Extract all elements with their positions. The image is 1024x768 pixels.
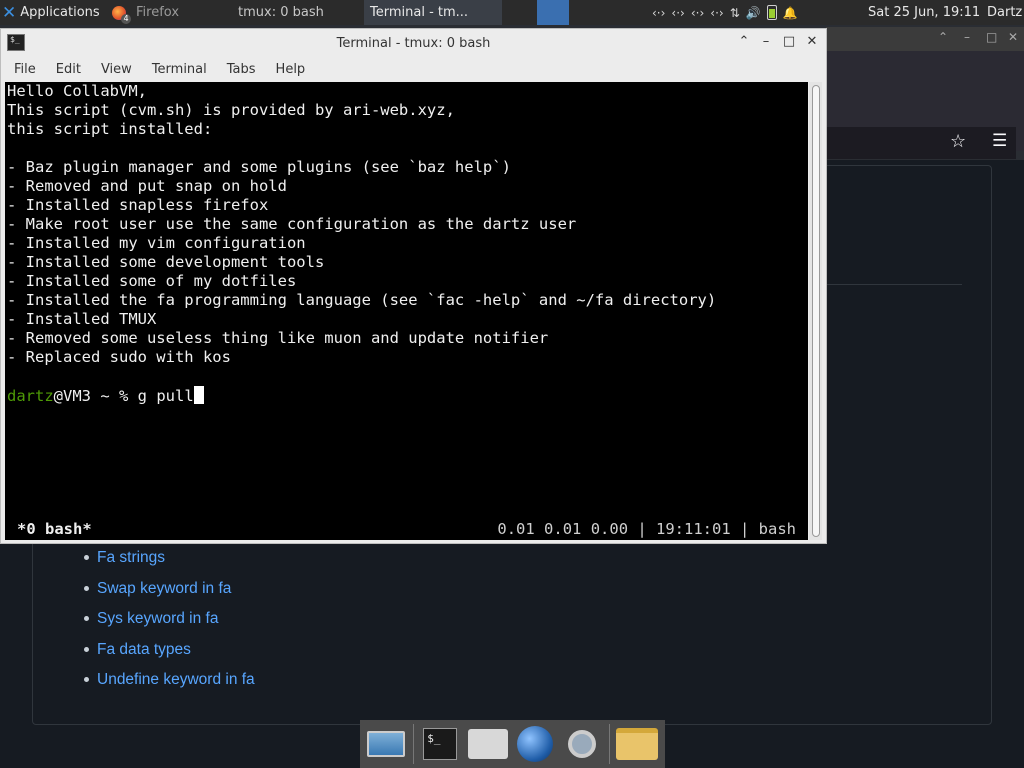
clock[interactable]: Sat 25 Jun, 19:11 xyxy=(868,0,980,25)
terminal-line: - Installed my vim configuration xyxy=(7,234,306,252)
menu-help[interactable]: Help xyxy=(263,62,313,77)
close-icon[interactable]: ✕ xyxy=(1008,30,1018,44)
taskbar-firefox[interactable]: 4 Firefox xyxy=(112,0,232,25)
browser-window: ⌃ – □ ✕ ☆ ☰ xyxy=(816,27,1024,768)
command-prompt[interactable]: dartz@VM3 ~ % g pull xyxy=(7,386,204,405)
top-panel: ✕ Applications 4 Firefox $_ tmux: 0 bash… xyxy=(0,0,1024,25)
xfce-logo-icon: ✕ xyxy=(2,2,17,23)
browser-titlebar: ⌃ – □ ✕ xyxy=(826,27,1024,51)
network-icon[interactable]: ‹·› xyxy=(691,6,704,20)
menu-file[interactable]: File xyxy=(1,62,43,77)
terminal-titlebar[interactable]: $_ Terminal - tmux: 0 bash ⌃ – □ ✕ xyxy=(1,29,826,57)
taskbar-label: Terminal - tm... xyxy=(370,5,469,20)
page-link-list: Fa strings Swap keyword in fa Sys keywor… xyxy=(82,548,255,701)
chevron-up-icon[interactable]: ⌃ xyxy=(735,33,753,51)
terminal-line: This script (cvm.sh) is provided by ari-… xyxy=(7,101,455,119)
battery-icon[interactable] xyxy=(766,5,777,20)
menu-tabs[interactable]: Tabs xyxy=(214,62,263,77)
applications-menu[interactable]: ✕ Applications xyxy=(2,0,110,25)
scrollbar-thumb[interactable] xyxy=(812,85,820,537)
taskbar-label: tmux: 0 bash xyxy=(238,5,324,20)
terminal-line: - Removed some useless thing like muon a… xyxy=(7,329,549,347)
link-fa-strings[interactable]: Fa strings xyxy=(82,548,255,579)
maximize-icon[interactable]: □ xyxy=(780,33,798,51)
desktop-icon xyxy=(367,731,406,757)
prompt-user: dartz xyxy=(7,387,54,405)
magnifier-icon xyxy=(567,730,596,758)
terminal-line: - Installed the fa programming language … xyxy=(7,291,717,309)
globe-icon xyxy=(516,726,553,762)
link-swap-keyword[interactable]: Swap keyword in fa xyxy=(82,579,255,610)
minimize-icon[interactable]: – xyxy=(964,30,970,44)
network-icon[interactable]: ‹·› xyxy=(652,6,665,20)
volume-icon[interactable]: 🔊 xyxy=(746,6,761,20)
terminal-line: - Baz plugin manager and some plugins (s… xyxy=(7,158,511,176)
text-cursor xyxy=(193,386,204,404)
bookmark-star-icon[interactable]: ☆ xyxy=(950,131,966,152)
terminal-scrollbar[interactable] xyxy=(809,82,822,540)
notification-bell-icon[interactable]: 🔔 xyxy=(783,6,798,20)
chevron-up-icon[interactable]: ⌃ xyxy=(938,30,948,44)
link-sys-keyword[interactable]: Sys keyword in fa xyxy=(82,609,255,640)
firefox-icon: 4 xyxy=(112,5,131,24)
taskbar-tmux[interactable]: $_ tmux: 0 bash xyxy=(238,0,362,25)
tmux-status-right: 0.01 0.01 0.00 | 19:11:01 | bash xyxy=(497,520,796,538)
minimize-icon[interactable]: – xyxy=(757,33,775,51)
dock-terminal[interactable]: $_ xyxy=(420,723,460,765)
dock-show-desktop[interactable] xyxy=(366,723,406,765)
dock: $_ xyxy=(360,720,665,768)
terminal-line: - Installed some of my dotfiles xyxy=(7,272,297,290)
terminal-line: - Make root user use the same configurat… xyxy=(7,215,577,233)
window-title: Terminal - tmux: 0 bash xyxy=(336,35,491,51)
terminal-line: - Installed TMUX xyxy=(7,310,157,328)
system-tray: ‹·› ‹·› ‹·› ‹·› ⇅ 🔊 🔔 xyxy=(652,0,860,25)
dock-app-finder[interactable] xyxy=(562,723,602,765)
user-menu[interactable]: Dartz xyxy=(987,0,1024,25)
tmux-window-status: *0 bash* xyxy=(17,520,92,538)
menu-terminal[interactable]: Terminal xyxy=(139,62,214,77)
close-icon[interactable]: ✕ xyxy=(803,33,821,51)
dock-separator xyxy=(609,724,611,764)
link-undefine-keyword[interactable]: Undefine keyword in fa xyxy=(82,670,255,701)
taskbar-label: Firefox xyxy=(136,5,180,20)
window-count-badge: 4 xyxy=(121,13,131,24)
terminal-menubar: File Edit View Terminal Tabs Help xyxy=(1,57,826,81)
maximize-icon[interactable]: □ xyxy=(986,30,997,44)
dock-folder[interactable] xyxy=(616,723,659,765)
terminal-line: this script installed: xyxy=(7,120,213,138)
terminal-icon: $_ xyxy=(423,728,458,760)
folder-icon xyxy=(616,728,659,760)
dock-separator xyxy=(413,724,415,764)
network-icon[interactable]: ‹·› xyxy=(671,6,684,20)
terminal-line: - Replaced sudo with kos xyxy=(7,348,231,366)
taskbar-terminal[interactable]: $_ Terminal - tm... xyxy=(364,0,502,25)
hamburger-menu-icon[interactable]: ☰ xyxy=(992,131,1007,151)
menu-view[interactable]: View xyxy=(88,62,139,77)
terminal-launcher[interactable]: $_ xyxy=(537,0,569,25)
terminal-line: - Removed and put snap on hold xyxy=(7,177,287,195)
url-bar[interactable] xyxy=(816,127,1016,159)
dock-web-browser[interactable] xyxy=(515,723,555,765)
terminal-icon: $_ xyxy=(7,34,25,51)
link-fa-data-types[interactable]: Fa data types xyxy=(82,640,255,671)
home-folder-icon xyxy=(467,729,508,759)
terminal-line: - Installed some development tools xyxy=(7,253,325,271)
network-transfer-icon[interactable]: ⇅ xyxy=(730,6,740,20)
applications-label: Applications xyxy=(20,5,100,20)
dock-file-manager[interactable] xyxy=(467,723,508,765)
terminal-line: - Installed snapless firefox xyxy=(7,196,269,214)
menu-edit[interactable]: Edit xyxy=(43,62,88,77)
terminal-window: $_ Terminal - tmux: 0 bash ⌃ – □ ✕ File … xyxy=(0,28,827,544)
network-icon[interactable]: ‹·› xyxy=(710,6,723,20)
prompt-command: @VM3 ~ % g pull xyxy=(53,387,194,405)
terminal-screen[interactable]: Hello CollabVM, This script (cvm.sh) is … xyxy=(5,82,808,540)
terminal-line: Hello CollabVM, xyxy=(7,82,147,100)
